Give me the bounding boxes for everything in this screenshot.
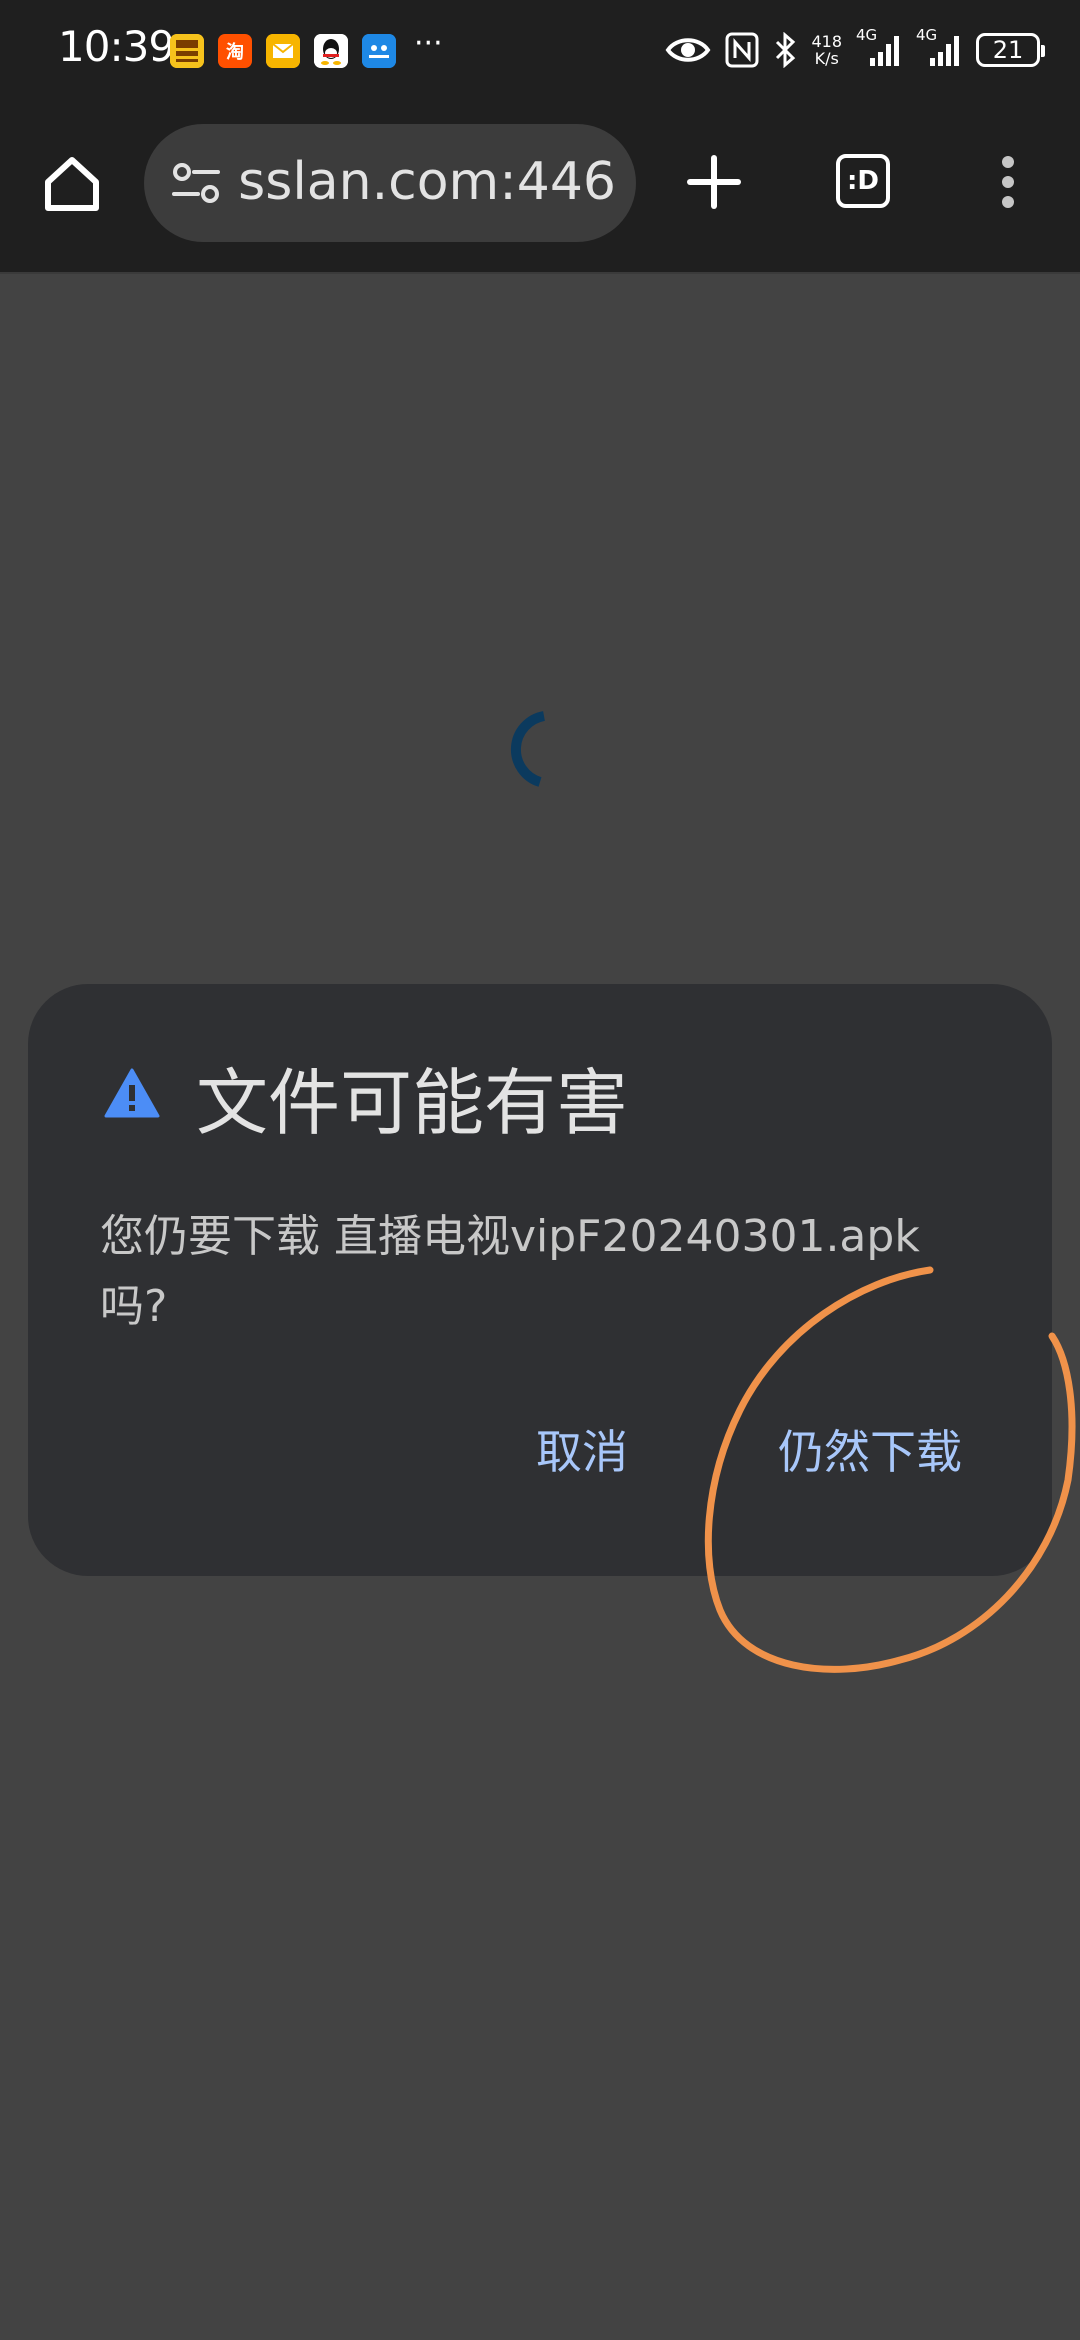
menu-dot <box>1002 196 1014 208</box>
mail-app-icon <box>266 34 300 68</box>
taobao-glyph: 淘 <box>226 42 244 63</box>
network-speed: 418 K/s <box>811 33 842 67</box>
harmful-file-dialog: 文件可能有害 您仍要下载 直播电视vipF20240301.apk 吗? 取消 … <box>28 984 1052 1576</box>
loading-spinner-icon <box>510 711 546 787</box>
status-time: 10:39 <box>58 22 175 71</box>
menu-dot <box>1002 156 1014 168</box>
signal-sim1: 4G <box>856 26 902 70</box>
url-text[interactable]: osslan.com:446 <box>236 152 616 212</box>
net-speed-unit: K/s <box>814 49 839 68</box>
url-bar[interactable]: osslan.com:446 <box>144 124 636 242</box>
eye-icon <box>666 38 711 62</box>
battery-indicator: 21 <box>976 33 1045 67</box>
taobao-app-icon: 淘 <box>218 34 252 68</box>
signal-bars-icon <box>930 36 959 66</box>
bluetooth-icon <box>776 32 796 68</box>
more-notifications-icon: ··· <box>414 26 443 61</box>
cancel-button[interactable]: 取消 <box>536 1416 628 1482</box>
dialog-message: 您仍要下载 直播电视vipF20240301.apk 吗? <box>100 1211 920 1332</box>
signal-bars-icon <box>870 36 899 66</box>
warning-icon <box>104 1068 160 1118</box>
tab-switcher-glyph: :D <box>847 166 879 196</box>
site-settings-icon[interactable] <box>170 162 222 206</box>
new-tab-icon[interactable] <box>684 152 744 212</box>
nfc-icon <box>725 32 759 68</box>
dialog-title: 文件可能有害 <box>196 1061 629 1145</box>
stock-app-icon <box>170 34 204 68</box>
net-speed-value: 418 <box>811 32 842 51</box>
notification-icons: 淘 ··· <box>170 29 443 68</box>
tab-switcher-button[interactable]: :D <box>836 154 890 208</box>
browser-toolbar: osslan.com:446 :D <box>0 100 1080 274</box>
status-bar: 10:39 淘 ··· 418 K/s 4G 4G 21 <box>0 0 1080 100</box>
download-anyway-button[interactable]: 仍然下载 <box>778 1416 962 1482</box>
status-right: 418 K/s 4G 4G 21 <box>665 26 1045 70</box>
signal-sim2: 4G <box>916 26 962 70</box>
url-value: osslan.com:446 <box>236 152 616 212</box>
qq-app-icon <box>314 34 348 68</box>
menu-dot <box>1002 176 1014 188</box>
alipay-app-icon <box>362 34 396 68</box>
overflow-menu-icon[interactable] <box>996 156 1020 212</box>
battery-level: 21 <box>992 36 1024 64</box>
home-icon[interactable] <box>40 152 104 216</box>
